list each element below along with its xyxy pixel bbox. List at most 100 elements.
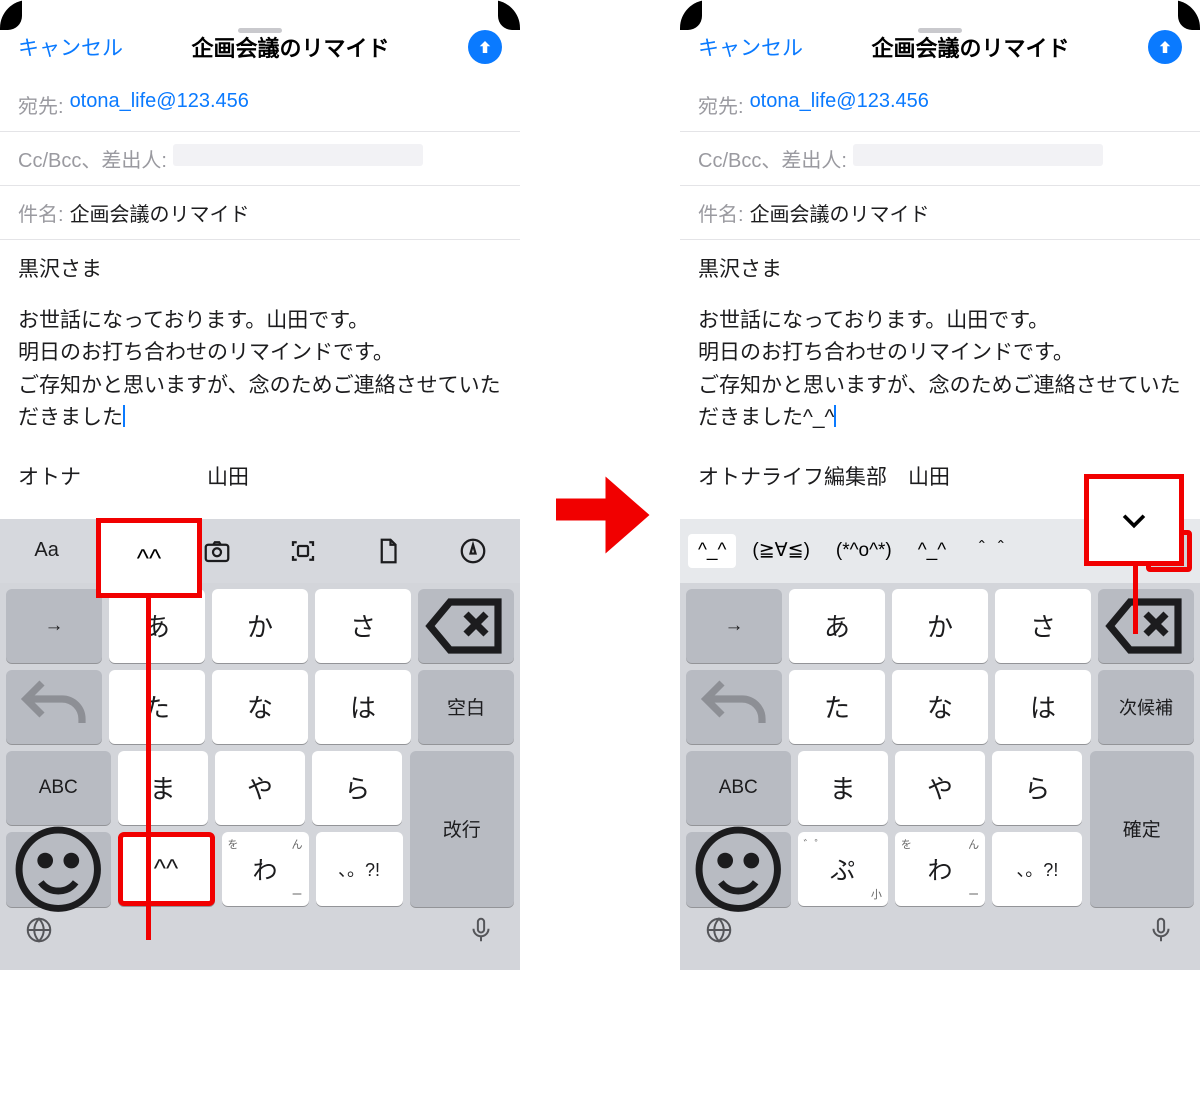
punct-key[interactable]: 、。?! [316, 832, 403, 906]
backspace-key[interactable] [418, 589, 514, 663]
to-label: 宛先: [698, 90, 744, 119]
cc-field[interactable]: Cc/Bcc、差出人: [0, 132, 520, 186]
body-greeting: 黒沢さま [698, 254, 1182, 287]
globe-key[interactable] [704, 915, 734, 950]
emoji-icon [686, 817, 791, 922]
kana-ka-key[interactable]: か [212, 589, 308, 663]
kana-ha-key[interactable]: は [315, 670, 411, 744]
subject-field[interactable]: 件名: 企画会議のリマイド [0, 186, 520, 240]
subject-label: 件名: [698, 198, 744, 227]
expand-zoom-popup [1084, 474, 1184, 566]
kana-na-key[interactable]: な [212, 670, 308, 744]
emoji-icon [6, 817, 111, 922]
body-text: お世話になっております。山田です。 明日のお打ち合わせのリマインドです。 ご存知… [698, 305, 1182, 435]
space-key[interactable]: 空白 [418, 670, 514, 744]
signature-line: オトナ 山田 [0, 461, 520, 497]
subject-field[interactable]: 件名: 企画会議のリマイド [680, 186, 1200, 240]
camera-icon [202, 536, 232, 566]
message-body[interactable]: 黒沢さま お世話になっております。山田です。 明日のお打ち合わせのリマインドです… [0, 240, 520, 461]
annotation-line [146, 598, 151, 940]
to-field[interactable]: 宛先: otona_life@123.456 [0, 78, 520, 132]
kana-a-key[interactable]: あ [789, 589, 885, 663]
emoji-key[interactable] [6, 832, 111, 907]
backspace-key[interactable] [1098, 589, 1194, 663]
candidate-5[interactable]: ＾＾ [962, 531, 1020, 570]
markup-button[interactable] [431, 536, 516, 566]
subject-label: 件名: [18, 198, 64, 227]
kana-na-key[interactable]: な [892, 670, 988, 744]
kana-sa-key[interactable]: さ [995, 589, 1091, 663]
format-aa-button[interactable]: Aa [4, 539, 89, 562]
scan-button[interactable] [260, 536, 345, 566]
kana-ta-key[interactable]: た [789, 670, 885, 744]
dakuten-key[interactable]: ゛゜ 小 ぷ [798, 832, 888, 906]
cc-field[interactable]: Cc/Bcc、差出人: [680, 132, 1200, 186]
annotation-line [1133, 566, 1138, 634]
emoji-key[interactable] [686, 832, 791, 907]
to-value: otona_life@123.456 [70, 90, 249, 119]
phone-left: キャンセル 企画会議のリマイド 宛先: otona_life@123.456 C… [0, 0, 520, 1110]
cancel-button[interactable]: キャンセル [18, 32, 123, 62]
compose-title: 企画会議のリマイド [123, 31, 458, 63]
send-button[interactable] [1148, 30, 1182, 64]
undo-icon [686, 659, 782, 755]
chevron-down-icon [1117, 503, 1151, 537]
candidate-2[interactable]: (≧∀≦) [742, 533, 820, 568]
kana-ka-key[interactable]: か [892, 589, 988, 663]
to-label: 宛先: [18, 90, 64, 119]
dictation-key[interactable] [1146, 915, 1176, 950]
enter-key[interactable]: 改行 [410, 751, 515, 907]
kana-sa-key[interactable]: さ [315, 589, 411, 663]
kana-ra-key[interactable]: ら [992, 751, 1082, 825]
body-text: お世話になっております。山田です。 明日のお打ち合わせのリマインドです。 ご存知… [18, 305, 502, 435]
cc-redacted [853, 144, 1103, 166]
backspace-icon [418, 578, 514, 674]
to-field[interactable]: 宛先: otona_life@123.456 [680, 78, 1200, 132]
keyboard: → あ か さ た な は 次候補 ABC ま [680, 583, 1200, 970]
dictation-key[interactable] [466, 915, 496, 950]
kaomoji-popup-text: ^^ [137, 543, 161, 574]
message-body[interactable]: 黒沢さま お世話になっております。山田です。 明日のお打ち合わせのリマインドです… [680, 240, 1200, 461]
punct-key[interactable]: 、。?! [992, 832, 1082, 906]
kana-ma-key[interactable]: ま [118, 751, 208, 825]
kaomoji-popup: ^^ [96, 518, 202, 598]
tab-key[interactable]: → [686, 589, 782, 663]
send-button[interactable] [468, 30, 502, 64]
undo-key[interactable] [6, 670, 102, 744]
tab-key[interactable]: → [6, 589, 102, 663]
compose-title: 企画会議のリマイド [803, 31, 1138, 63]
scan-icon [288, 536, 318, 566]
cancel-button[interactable]: キャンセル [698, 32, 803, 62]
tutorial-arrow-icon [540, 460, 660, 570]
sheet-grabber[interactable] [238, 28, 282, 33]
cc-redacted [173, 144, 423, 166]
globe-icon [704, 915, 734, 945]
file-button[interactable] [345, 536, 430, 566]
kana-wa-key[interactable]: を ん ー わ [895, 832, 985, 906]
to-value: otona_life@123.456 [750, 90, 929, 119]
abc-key[interactable]: ABC [6, 751, 111, 826]
kana-a-key[interactable]: あ [109, 589, 205, 663]
candidate-4[interactable]: ^_^ [908, 534, 956, 568]
abc-key[interactable]: ABC [686, 751, 791, 826]
sheet-grabber[interactable] [918, 28, 962, 33]
keyboard: → あ か さ た な は 空白 ABC ま [0, 583, 520, 970]
candidate-1[interactable]: ^_^ [688, 534, 736, 568]
kana-ya-key[interactable]: や [215, 751, 305, 825]
kana-ha-key[interactable]: は [995, 670, 1091, 744]
next-candidate-key[interactable]: 次候補 [1098, 670, 1194, 744]
undo-key[interactable] [686, 670, 782, 744]
confirm-key[interactable]: 確定 [1090, 751, 1195, 907]
kana-wa-key[interactable]: を ん ー わ [222, 832, 309, 906]
mic-icon [466, 915, 496, 945]
subject-value: 企画会議のリマイド [750, 198, 930, 227]
globe-key[interactable] [24, 915, 54, 950]
kana-ta-key[interactable]: た [109, 670, 205, 744]
kaomoji-key[interactable]: ^^ [118, 832, 215, 906]
kana-ya-key[interactable]: や [895, 751, 985, 825]
kana-ma-key[interactable]: ま [798, 751, 888, 825]
mic-icon [1146, 915, 1176, 945]
cc-label: Cc/Bcc、差出人: [18, 144, 167, 173]
kana-ra-key[interactable]: ら [312, 751, 402, 825]
candidate-3[interactable]: (*^o^*) [826, 534, 902, 568]
